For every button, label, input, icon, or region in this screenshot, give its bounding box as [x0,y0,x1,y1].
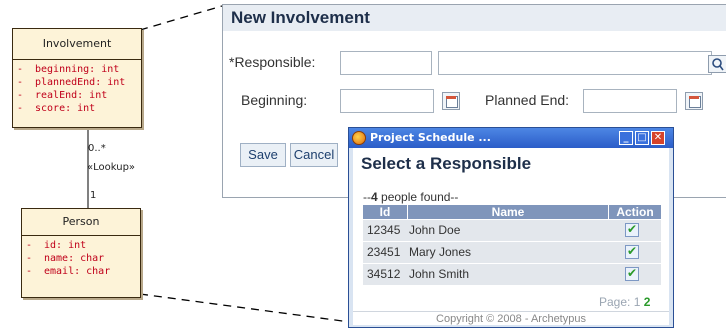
attr-prefix: - [17,64,24,75]
multiplicity-top: 0..* [88,143,106,154]
found-prefix: -- [363,190,371,204]
pager-page-2[interactable]: 2 [644,295,651,309]
dashed-connector-bottom [139,293,351,323]
attr-text: realEnd: int [35,90,108,101]
uml-attribute: - realEnd: int [17,89,141,102]
attr-text: name: char [44,253,105,264]
pager: Page: 1 2 [599,295,650,309]
select-check-icon[interactable] [625,263,639,284]
attr-prefix: - [17,90,24,101]
attr-text: email: char [44,266,111,277]
close-button[interactable]: ✕ [651,131,665,145]
attr-prefix: - [26,266,33,277]
responsible-id-input[interactable] [340,51,432,75]
beginning-calendar-button[interactable] [442,92,460,110]
row-name: John Smith [409,267,470,281]
popup-heading: Select a Responsible [361,154,532,173]
multiplicity-bottom: 1 [90,190,97,201]
beginning-label: Beginning: [241,92,308,108]
calendar-icon [689,96,701,108]
association-stereotype: «Lookup» [87,162,136,173]
uml-class-name: Person [22,209,140,236]
planned-end-label: Planned End: [485,92,570,108]
popup-title-bar[interactable]: Project Schedule ... _ □ ✕ [349,128,673,148]
attr-text: score: int [35,103,96,114]
copyright-footer: Copyright © 2008 - Archetypus [353,311,669,326]
calendar-icon [446,96,458,108]
uml-class-name: Involvement [13,29,141,60]
row-id: 34512 [367,267,401,281]
results-count: --4 people found-- [363,190,458,204]
search-icon [712,58,724,71]
table-row[interactable]: 34512 John Smith [363,263,661,286]
uml-attribute: - beginning: int [17,63,141,76]
select-check-icon[interactable] [625,219,639,240]
attr-text: id: int [44,240,87,251]
row-name: Mary Jones [409,245,472,259]
found-suffix: people found-- [377,190,459,204]
uml-attribute: - email: char [26,265,140,278]
attr-prefix: - [17,103,24,114]
uml-attribute: - score: int [17,102,141,115]
uml-attribute: - id: int [26,239,140,252]
uml-attribute: - name: char [26,252,140,265]
select-check-icon[interactable] [625,241,639,262]
minimize-button[interactable]: _ [619,131,633,145]
responsible-label: *Responsible: [229,54,316,70]
lookup-popup-window: Project Schedule ... _ □ ✕ Select a Resp… [348,127,674,328]
column-header-action: Action [609,205,661,219]
uml-class-involvement: Involvement - beginning: int - plannedEnd:… [12,28,142,128]
pager-label: Page: [599,295,631,309]
beginning-date-input[interactable] [340,89,434,113]
save-button[interactable]: Save [240,143,286,167]
table-row[interactable]: 12345 John Doe [363,219,661,242]
maximize-button[interactable]: □ [635,131,649,145]
column-header-id[interactable]: Id [363,205,407,219]
dashed-connector-top [139,5,223,31]
responsible-name-input[interactable] [438,51,712,75]
uml-class-person: Person - id: int - name: char - email: char [21,208,141,298]
planned-end-calendar-button[interactable] [685,92,703,110]
lookup-search-button[interactable] [708,55,726,73]
row-id: 12345 [367,223,401,237]
popup-window-title: Project Schedule ... [370,131,491,144]
found-count: 4 [371,190,378,204]
attr-text: beginning: int [35,64,120,75]
attr-prefix: - [26,253,33,264]
row-id: 23451 [367,245,401,259]
uml-attribute: - plannedEnd: int [17,76,141,89]
panel-title: New Involvement [223,5,726,31]
cancel-button[interactable]: Cancel [290,143,338,167]
uml-attribute-list: - beginning: int - plannedEnd: int - realEn… [13,60,141,118]
attr-text: plannedEnd: int [35,77,126,88]
pager-page-1[interactable]: 1 [634,295,641,309]
planned-end-date-input[interactable] [583,89,677,113]
attr-prefix: - [17,77,24,88]
popup-body: Select a Responsible --4 people found-- … [353,148,669,325]
table-row[interactable]: 23451 Mary Jones [363,241,661,264]
firefox-icon [352,131,366,145]
attr-prefix: - [26,240,33,251]
row-name: John Doe [409,223,461,237]
column-header-name[interactable]: Name [408,205,608,219]
uml-attribute-list: - id: int - name: char - email: char [22,236,140,281]
